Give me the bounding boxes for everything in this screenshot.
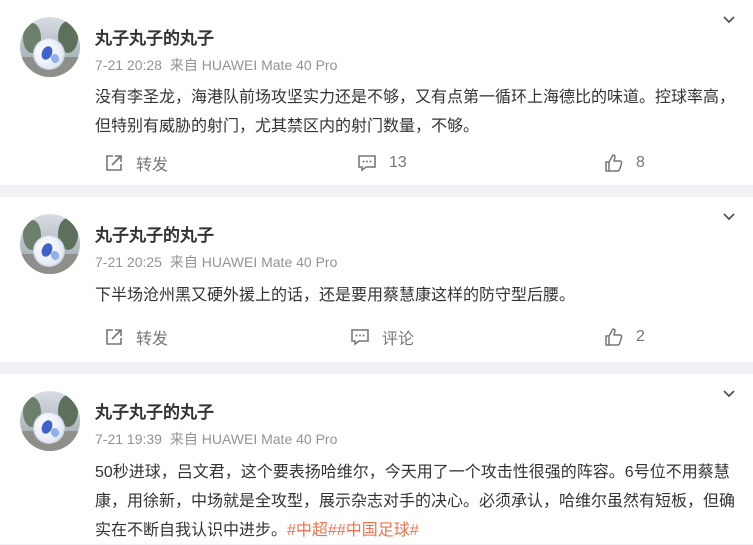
- post-time[interactable]: 7-21 19:39: [95, 431, 162, 447]
- post-text: 没有李圣龙，海港队前场攻坚实力还是不够，又有点第一循环上海德比的味道。控球率高，…: [95, 89, 736, 135]
- like-count: 8: [636, 154, 645, 171]
- thumbs-up-icon: [605, 154, 623, 172]
- avatar[interactable]: [20, 17, 80, 77]
- like-count: 2: [636, 328, 645, 345]
- post-source: 来自 HUAWEI Mate 40 Pro: [169, 254, 338, 270]
- chevron-down-icon[interactable]: [719, 10, 739, 30]
- post-time[interactable]: 7-21 20:25: [95, 254, 162, 270]
- avatar[interactable]: [20, 391, 80, 451]
- hashtag-link[interactable]: #中超##中国足球#: [287, 522, 419, 539]
- like-button[interactable]: 2: [604, 322, 645, 352]
- forward-button[interactable]: 转发: [104, 148, 168, 178]
- chevron-down-icon[interactable]: [719, 207, 739, 227]
- chevron-down-icon[interactable]: [719, 384, 739, 404]
- comment-label: 评论: [382, 331, 415, 348]
- post-source: 来自 HUAWEI Mate 40 Pro: [169, 431, 338, 447]
- post-source: 来自 HUAWEI Mate 40 Pro: [169, 57, 338, 73]
- post-time[interactable]: 7-21 20:28: [95, 57, 162, 73]
- comment-icon: [351, 329, 369, 346]
- post-card: 丸子丸子的丸子 7-21 20:25 来自 HUAWEI Mate 40 Pro…: [0, 197, 753, 362]
- post-meta: 7-21 20:25 来自 HUAWEI Mate 40 Pro: [95, 252, 341, 272]
- comment-button[interactable]: 评论: [350, 322, 414, 352]
- like-button[interactable]: 8: [604, 148, 645, 178]
- post-card: 丸子丸子的丸子 7-21 20:28 来自 HUAWEI Mate 40 Pro…: [0, 0, 753, 185]
- thumbs-up-icon: [605, 328, 623, 346]
- share-icon: [106, 155, 122, 171]
- share-icon: [106, 329, 122, 345]
- post-meta: 7-21 20:28 来自 HUAWEI Mate 40 Pro: [95, 55, 341, 75]
- post-meta: 7-21 19:39 来自 HUAWEI Mate 40 Pro: [95, 429, 341, 449]
- comment-count: 13: [389, 154, 407, 171]
- post-text: 下半场沧州黑又硬外援上的话，还是要用蔡慧康这样的防守型后腰。: [95, 287, 576, 304]
- post-actions: 转发 评论 2: [0, 322, 753, 352]
- author-name[interactable]: 丸子丸子的丸子: [95, 24, 214, 49]
- author-name[interactable]: 丸子丸子的丸子: [95, 221, 214, 246]
- post-actions: 转发 13 8: [0, 148, 753, 178]
- forward-button[interactable]: 转发: [104, 322, 168, 352]
- forward-label: 转发: [136, 331, 169, 348]
- post-text: 50秒进球，吕文君，这个要表扬哈维尔，今天用了一个攻击性很强的阵容。6号位不用蔡…: [95, 458, 745, 545]
- comment-button[interactable]: 13: [357, 148, 407, 178]
- forward-label: 转发: [136, 157, 169, 174]
- comment-icon: [358, 155, 376, 172]
- avatar[interactable]: [20, 214, 80, 274]
- author-name[interactable]: 丸子丸子的丸子: [95, 398, 214, 423]
- post-card: 丸子丸子的丸子 7-21 19:39 来自 HUAWEI Mate 40 Pro…: [0, 374, 753, 544]
